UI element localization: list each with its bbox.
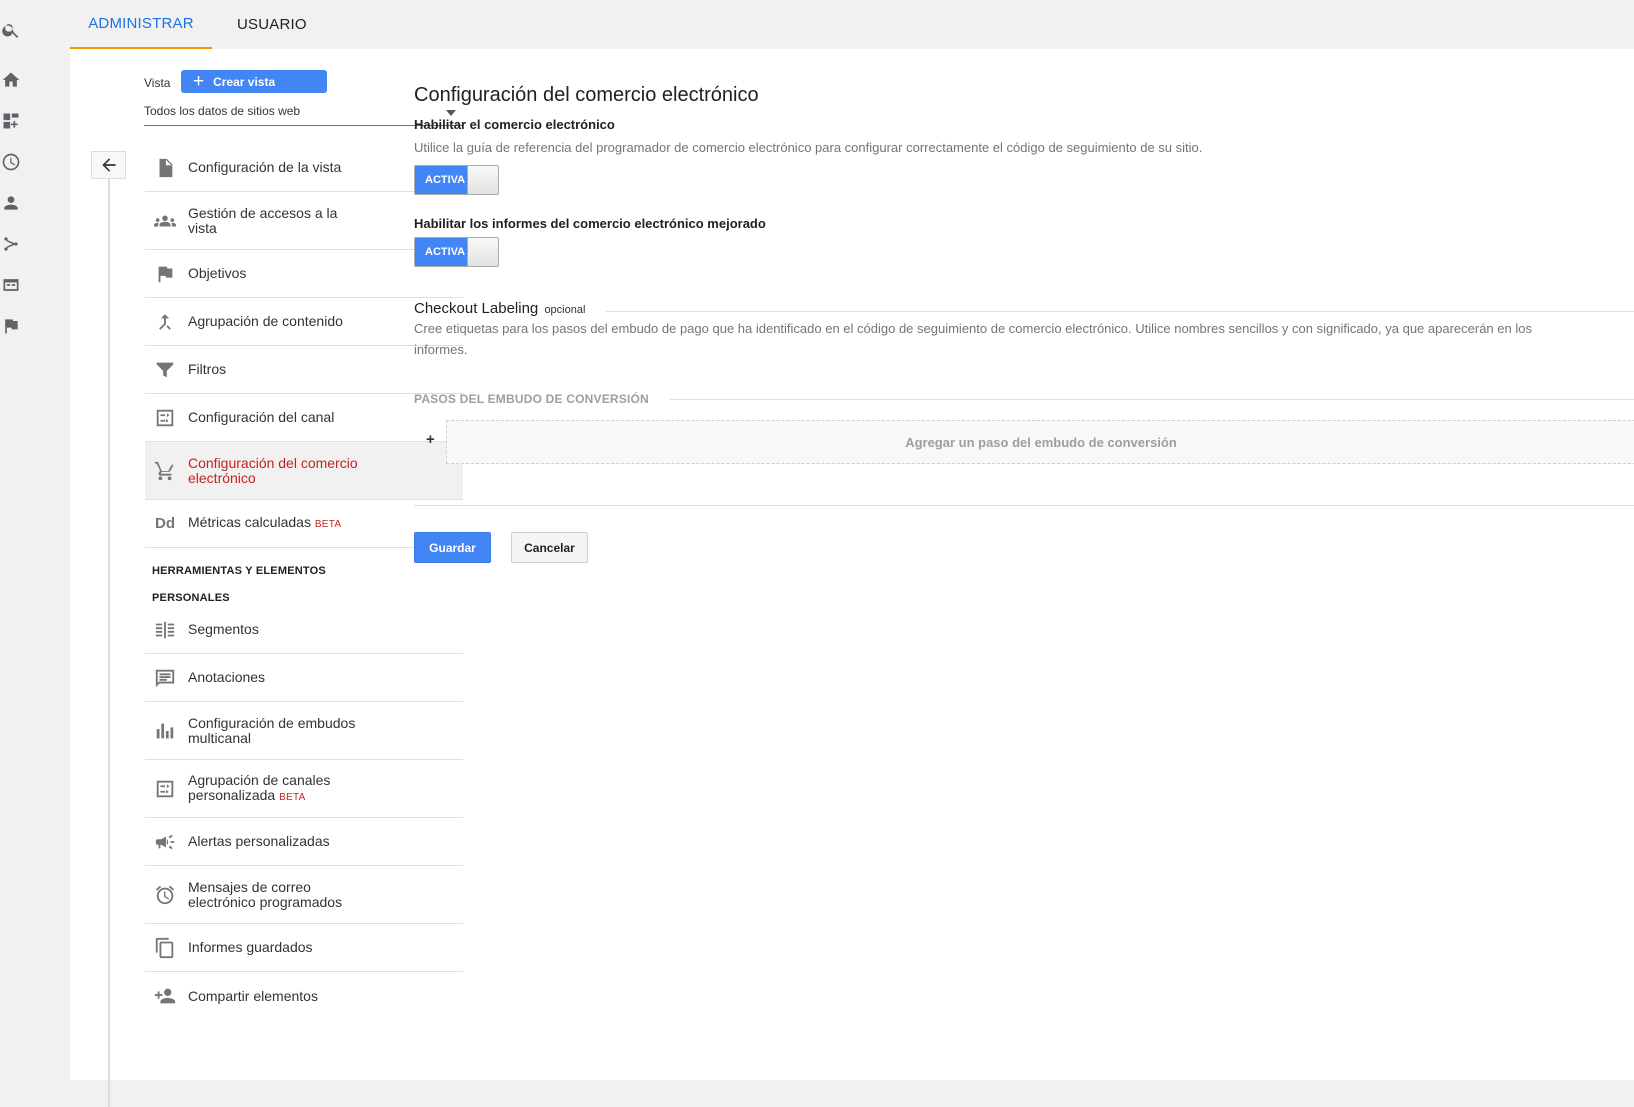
dashboard-icon[interactable] <box>0 110 22 132</box>
enhanced-ecommerce-label: Habilitar los informes del comercio elec… <box>414 216 766 231</box>
plus-icon: + <box>193 72 204 91</box>
flag-icon <box>145 259 185 289</box>
sidebar-item-scheduled-emails[interactable]: Mensajes de correo electrónico programad… <box>145 866 463 924</box>
crear-vista-label: Crear vista <box>213 75 275 89</box>
tab-usuario[interactable]: USUARIO <box>237 0 307 49</box>
bar-chart-icon <box>145 716 185 746</box>
checkout-title-text: Checkout Labeling <box>414 300 538 317</box>
sidebar-item-label: Alertas personalizadas <box>188 834 330 849</box>
copy-icon <box>145 933 185 963</box>
sidebar-item-label: Agrupación de contenido <box>188 314 343 329</box>
sidebar-item-label: Configuración de embudos multicanal <box>188 716 358 746</box>
search-icon[interactable] <box>0 19 22 41</box>
filter-icon <box>145 355 185 385</box>
caret-down-icon <box>446 110 456 116</box>
flag-icon[interactable] <box>0 315 22 337</box>
sidebar-item-label: Informes guardados <box>188 940 313 955</box>
section-header-tools: HERRAMIENTAS Y ELEMENTOS <box>145 565 326 577</box>
channel-icon <box>145 403 185 433</box>
channel-icon <box>145 774 185 804</box>
enable-ecommerce-toggle[interactable]: ACTIVA <box>414 165 499 195</box>
toggle-on-label: ACTIVA <box>415 238 468 266</box>
person-icon[interactable] <box>0 192 22 214</box>
sidebar-item-label: Agrupación de canales personalizada <box>188 772 330 803</box>
toggle-knob <box>467 166 499 194</box>
enable-ecommerce-label: Habilitar el comercio electrónico <box>414 117 615 132</box>
cart-icon <box>145 456 185 486</box>
dd-icon: Dd <box>145 509 185 539</box>
optional-label: opcional <box>544 304 585 316</box>
sidebar-item-share-assets[interactable]: Compartir elementos <box>145 972 463 1020</box>
back-button[interactable] <box>91 151 126 179</box>
beta-badge: BETA <box>279 792 306 803</box>
megaphone-icon <box>145 827 185 857</box>
sidebar-item-label: Configuración del comercio electrónico <box>188 456 368 486</box>
sidebar-nav: Configuración de la vista Gestión de acc… <box>145 144 463 1020</box>
tab-administrar[interactable]: ADMINISTRAR <box>70 0 212 49</box>
sidebar-item-label: Segmentos <box>188 622 259 637</box>
comment-icon <box>145 663 185 693</box>
group-icon <box>145 206 185 236</box>
add-step-plus-icon[interactable]: + <box>426 431 435 448</box>
sidebar-item-label: Mensajes de correo electrónico programad… <box>188 880 358 910</box>
section-header-personal: PERSONALES <box>145 592 230 604</box>
divider <box>414 505 1634 506</box>
sidebar-item-custom-channel-grouping[interactable]: Agrupación de canales personalizada BETA <box>145 760 463 818</box>
funnel-steps-title: PASOS DEL EMBUDO DE CONVERSIÓN <box>414 392 649 406</box>
toggle-knob <box>467 238 499 266</box>
sidebar-item-label: Compartir elementos <box>188 989 318 1004</box>
merge-icon <box>145 307 185 337</box>
display-icon[interactable] <box>0 274 22 296</box>
view-select-value: Todos los datos de sitios web <box>144 104 300 118</box>
crear-vista-button[interactable]: + Crear vista <box>181 70 327 93</box>
clock-icon[interactable] <box>0 151 22 173</box>
sidebar-item-custom-alerts[interactable]: Alertas personalizadas <box>145 818 463 866</box>
arrow-left-icon <box>99 155 119 175</box>
sidebar-item-label: Objetivos <box>188 266 246 281</box>
sidebar-item-saved-reports[interactable]: Informes guardados <box>145 924 463 972</box>
cancel-button[interactable]: Cancelar <box>511 532 588 563</box>
checkout-labeling-title: Checkout Labeling opcional <box>414 300 585 317</box>
sidebar-item-label: Filtros <box>188 362 226 377</box>
content-area: Vista + Crear vista Todos los datos de s… <box>70 49 1634 1080</box>
sidebar-item-label: Configuración de la vista <box>188 160 341 175</box>
vista-label: Vista <box>144 76 170 90</box>
sidebar-item-segments[interactable]: Segmentos <box>145 606 463 654</box>
checkout-description: Cree etiquetas para los pasos del embudo… <box>414 318 1570 360</box>
toggle-on-label: ACTIVA <box>415 166 468 194</box>
alarm-icon <box>145 880 185 910</box>
top-bar: ADMINISTRAR USUARIO <box>70 0 1634 49</box>
sidebar-item-ecommerce-settings[interactable]: Configuración del comercio electrónico <box>145 442 463 500</box>
person-add-icon <box>145 981 185 1011</box>
home-icon[interactable] <box>0 69 22 91</box>
page-title: Configuración del comercio electrónico <box>414 84 759 107</box>
sidebar-item-label: Configuración del canal <box>188 410 334 425</box>
sidebar-item-label: Métricas calculadas <box>188 514 311 530</box>
save-button[interactable]: Guardar <box>414 532 491 563</box>
divider <box>606 311 1634 312</box>
add-funnel-step-button[interactable]: Agregar un paso del embudo de conversión <box>446 420 1634 464</box>
divider-line <box>108 179 110 1107</box>
sidebar-item-multichannel[interactable]: Configuración de embudos multicanal <box>145 702 463 760</box>
document-icon <box>145 153 185 183</box>
beta-badge: BETA <box>315 519 342 530</box>
fork-icon[interactable] <box>0 233 22 255</box>
left-rail <box>0 0 44 1080</box>
divider <box>670 399 1634 400</box>
enable-ecommerce-description: Utilice la guía de referencia del progra… <box>414 137 1202 158</box>
segments-icon <box>145 615 185 645</box>
sidebar-item-label: Anotaciones <box>188 670 265 685</box>
sidebar-item-label: Gestión de accesos a la vista <box>188 206 348 236</box>
sidebar-item-annotations[interactable]: Anotaciones <box>145 654 463 702</box>
enhanced-ecommerce-toggle[interactable]: ACTIVA <box>414 237 499 267</box>
